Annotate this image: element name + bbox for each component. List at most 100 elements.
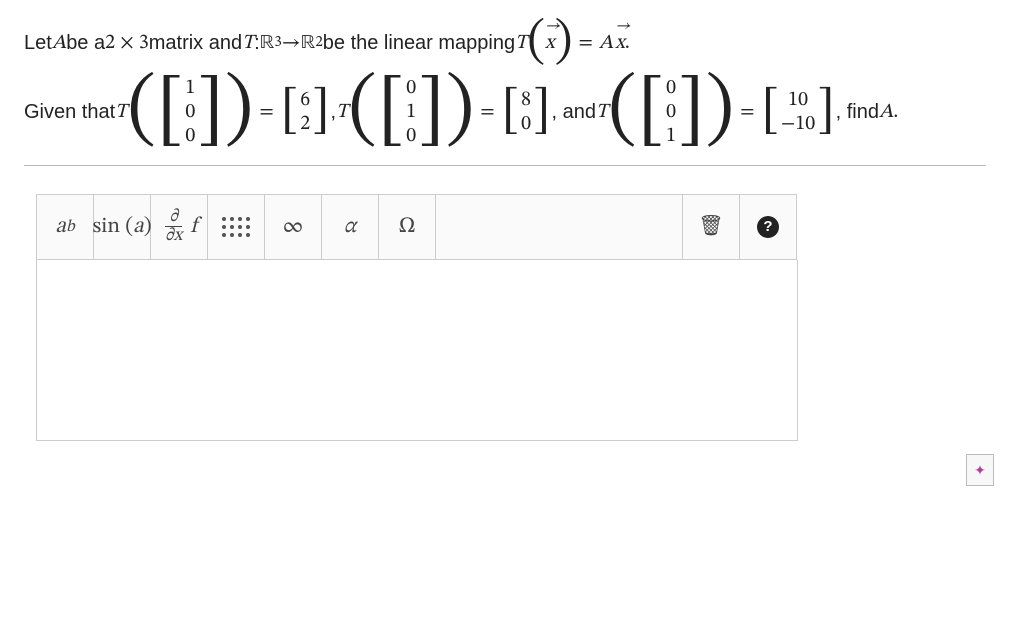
right-paren-icon: ) bbox=[706, 75, 735, 149]
left-paren-icon: ( bbox=[348, 75, 377, 149]
problem-statement: Let A be a 2 × 3 matrix and T : ℝ3 → ℝ2 … bbox=[24, 20, 986, 149]
cell: 1 bbox=[185, 76, 195, 100]
left-bracket-icon: [ bbox=[638, 76, 665, 148]
text: , find bbox=[836, 90, 879, 134]
right-bracket-icon: ] bbox=[312, 88, 329, 136]
left-paren-icon: ( bbox=[608, 75, 637, 149]
alpha-icon: α bbox=[344, 213, 356, 241]
left-paren-icon: ( bbox=[127, 75, 156, 149]
cell: 0 bbox=[185, 100, 195, 124]
cell: 0 bbox=[666, 76, 676, 100]
cell: 8 bbox=[521, 88, 531, 112]
text: Let bbox=[24, 21, 52, 65]
text: be a bbox=[66, 21, 105, 65]
trash-icon: 🗑 bbox=[698, 213, 723, 240]
var-A: A bbox=[599, 21, 613, 65]
label: ( bbox=[120, 213, 133, 241]
vector-output-3: [ 10 −10 ] bbox=[762, 88, 835, 136]
var-T: T bbox=[515, 21, 527, 65]
left-paren-icon: ( bbox=[527, 20, 545, 65]
vector-input-1: [ 1 0 0 ] bbox=[157, 76, 224, 148]
right-bracket-icon: ] bbox=[418, 76, 445, 148]
problem-line-1: Let A be a 2 × 3 matrix and T : ℝ3 → ℝ2 … bbox=[24, 20, 986, 65]
text: , and bbox=[551, 90, 595, 134]
answer-editor: ab sin (a) ∂ ∂x f bbox=[24, 165, 986, 441]
cell: 0 bbox=[406, 124, 416, 148]
right-paren-icon: ) bbox=[446, 75, 475, 149]
vector-output-1: [ 6 2 ] bbox=[281, 88, 330, 136]
label: a bbox=[55, 213, 66, 241]
var-A: A bbox=[879, 90, 893, 134]
period: . bbox=[893, 90, 898, 134]
label-arg: a bbox=[133, 213, 144, 241]
cell: 0 bbox=[185, 124, 195, 148]
matrix-icon bbox=[222, 217, 250, 237]
paren-group: ( [ 1 0 0 ] ) bbox=[127, 75, 253, 149]
tool-help-button[interactable]: ? bbox=[740, 195, 797, 259]
tool-exponent-button[interactable]: ab bbox=[37, 195, 94, 259]
left-bracket-icon: [ bbox=[378, 76, 405, 148]
text: be the linear mapping bbox=[323, 21, 515, 65]
equals: = bbox=[740, 90, 754, 134]
text: Given that bbox=[24, 90, 115, 134]
cell: 0 bbox=[521, 112, 531, 136]
cell: 6 bbox=[300, 88, 310, 112]
right-bracket-icon: ] bbox=[678, 76, 705, 148]
label: sin bbox=[92, 213, 120, 241]
tool-infinity-button[interactable]: ∞ bbox=[265, 195, 322, 259]
label-num: ∂ bbox=[165, 208, 182, 227]
cell: 10 bbox=[781, 88, 815, 112]
toolbar-spacer bbox=[436, 195, 683, 259]
right-bracket-icon: ] bbox=[197, 76, 224, 148]
left-bracket-icon: [ bbox=[157, 76, 184, 148]
tool-sin-button[interactable]: sin (a) bbox=[94, 195, 151, 259]
cell: −10 bbox=[781, 112, 815, 136]
exponent: 2 bbox=[315, 26, 322, 59]
infinity-icon: ∞ bbox=[283, 213, 304, 241]
left-bracket-icon: [ bbox=[281, 88, 298, 136]
cell: 2 bbox=[300, 112, 310, 136]
vec-x: → x bbox=[545, 21, 555, 65]
vector-arrow-icon: → bbox=[615, 9, 625, 44]
paren-group: ( [ 0 0 1 ] ) bbox=[608, 75, 734, 149]
exponent: 3 bbox=[274, 26, 281, 59]
tool-matrix-button[interactable] bbox=[208, 195, 265, 259]
preview-button[interactable]: ✦ bbox=[966, 454, 994, 486]
tool-omega-button[interactable]: Ω bbox=[379, 195, 436, 259]
label-f: f bbox=[190, 213, 197, 241]
var-T: T bbox=[336, 90, 348, 134]
cell: 1 bbox=[406, 100, 416, 124]
var-T: T bbox=[242, 21, 254, 65]
omega-icon: Ω bbox=[398, 213, 415, 241]
right-bracket-icon: ] bbox=[817, 88, 834, 136]
vec-x: → x bbox=[615, 21, 625, 65]
equals: = bbox=[579, 21, 593, 65]
vector-input-2: [ 0 1 0 ] bbox=[378, 76, 445, 148]
var-T: T bbox=[596, 90, 608, 134]
arrow: → bbox=[282, 21, 301, 65]
left-bracket-icon: [ bbox=[502, 88, 519, 136]
vector-arrow-icon: → bbox=[545, 9, 555, 44]
equals: = bbox=[259, 90, 273, 134]
answer-input[interactable] bbox=[36, 260, 798, 441]
tool-alpha-button[interactable]: α bbox=[322, 195, 379, 259]
left-bracket-icon: [ bbox=[762, 88, 779, 136]
cell: 0 bbox=[406, 76, 416, 100]
set-R: ℝ bbox=[301, 21, 316, 65]
var-T: T bbox=[115, 90, 127, 134]
document-icon: ✦ bbox=[974, 462, 986, 479]
equals: = bbox=[480, 90, 494, 134]
right-paren-icon: ) bbox=[225, 75, 254, 149]
right-bracket-icon: ] bbox=[533, 88, 550, 136]
cell: 0 bbox=[666, 100, 676, 124]
text: matrix and bbox=[149, 21, 242, 65]
paren-group: ( → x ) bbox=[527, 20, 572, 65]
dims: 2 × 3 bbox=[105, 21, 149, 65]
math-toolbar: ab sin (a) ∂ ∂x f bbox=[36, 194, 797, 260]
vector-input-3: [ 0 0 1 ] bbox=[638, 76, 705, 148]
tool-clear-button[interactable]: 🗑 bbox=[683, 195, 740, 259]
set-R: ℝ bbox=[260, 21, 275, 65]
tool-derivative-button[interactable]: ∂ ∂x f bbox=[151, 195, 208, 259]
help-icon: ? bbox=[757, 216, 779, 238]
vector-output-2: [ 8 0 ] bbox=[502, 88, 551, 136]
